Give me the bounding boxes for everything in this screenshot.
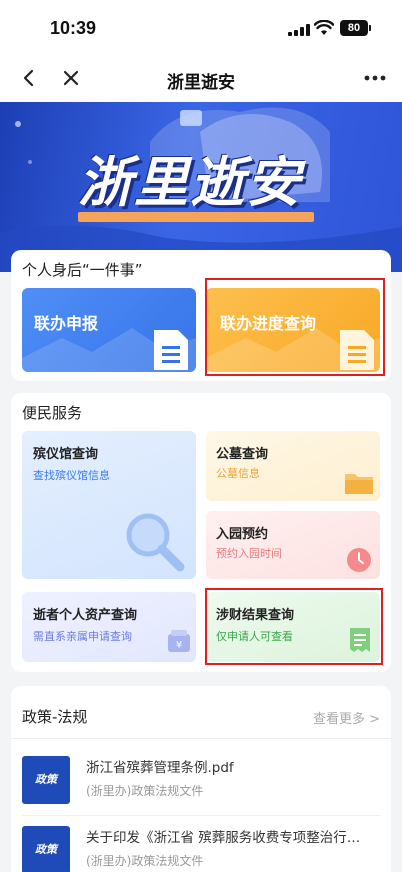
policy-list-item[interactable]: 政策 关于印发《浙江省 殡葬服务收费专项整治行动... (浙里办)政策法规文件: [22, 822, 382, 872]
highlight-box: [205, 588, 383, 665]
section-one-title: 个人身后“一件事”: [22, 261, 143, 279]
tile-label: 殡仪馆查询: [33, 447, 99, 462]
tile-cemetery-query[interactable]: 公墓查询 公墓信息: [206, 431, 380, 501]
battery-tip: [369, 25, 371, 31]
battery-icon: 80: [340, 20, 368, 36]
tile-joint-application[interactable]: 联办申报: [22, 288, 196, 372]
page-title: 浙里逝安: [167, 73, 235, 93]
tile-label: 逝者个人资产查询: [33, 608, 138, 623]
tile-label: 公墓查询: [216, 447, 269, 462]
status-time: 10:39: [50, 18, 97, 38]
policy-item-source: (浙里办)政策法规文件: [86, 784, 204, 798]
nav-bar: 浙里逝安: [0, 56, 402, 102]
divider: [22, 815, 380, 816]
cellular-signal-icon: [288, 24, 310, 36]
tile-deceased-assets-query[interactable]: 逝者个人资产查询 需直系亲属申请查询 ¥: [22, 592, 196, 662]
policy-item-name: 浙江省殡葬管理条例.pdf: [86, 760, 234, 776]
policy-thumbnail: 政策: [22, 756, 70, 804]
svg-text:¥: ¥: [176, 640, 182, 651]
tile-label: 联办申报: [34, 314, 99, 333]
tile-subtitle: 查找殡仪馆信息: [33, 469, 110, 482]
policy-thumbnail: 政策: [22, 826, 70, 872]
tile-funeral-home-query[interactable]: 殡仪馆查询 查找殡仪馆信息: [22, 431, 196, 579]
policy-title: 政策-法规: [22, 708, 88, 726]
policy-list-item[interactable]: 政策 浙江省殡葬管理条例.pdf (浙里办)政策法规文件: [22, 752, 382, 808]
divider: [11, 738, 391, 739]
clock-icon: [347, 548, 371, 572]
policy-item-name: 关于印发《浙江省 殡葬服务收费专项整治行动...: [86, 830, 372, 846]
section-two-card: 便民服务 殡仪馆查询 查找殡仪馆信息 公墓查询 公墓信息 入园预约 预约入园时间…: [11, 393, 391, 672]
policy-item-source: (浙里办)政策法规文件: [86, 854, 204, 868]
magnifier-icon: [126, 513, 185, 572]
wallet-icon: ¥: [168, 630, 190, 652]
highlight-box: [205, 278, 385, 376]
more-icon[interactable]: [362, 66, 388, 90]
section-one-card: 个人身后“一件事” 联办申报 联办进度查询: [11, 250, 391, 381]
wifi-icon: [314, 20, 334, 35]
tile-visit-reservation[interactable]: 入园预约 预约入园时间: [206, 511, 380, 579]
tile-label: 入园预约: [216, 527, 269, 542]
tile-subtitle: 需直系亲属申请查询: [33, 630, 132, 643]
section-two-title: 便民服务: [22, 404, 83, 422]
banner: 浙里逝安: [0, 102, 402, 272]
view-more-link[interactable]: 查看更多 >: [313, 708, 380, 727]
tile-subtitle: 公墓信息: [216, 467, 260, 480]
status-bar: 10:39 80: [0, 0, 402, 56]
banner-title: 浙里逝安: [78, 151, 302, 214]
banner-underline: [78, 212, 314, 222]
folder-icon: [345, 474, 373, 494]
tile-subtitle: 预约入园时间: [216, 547, 282, 560]
document-icon: [154, 330, 188, 370]
